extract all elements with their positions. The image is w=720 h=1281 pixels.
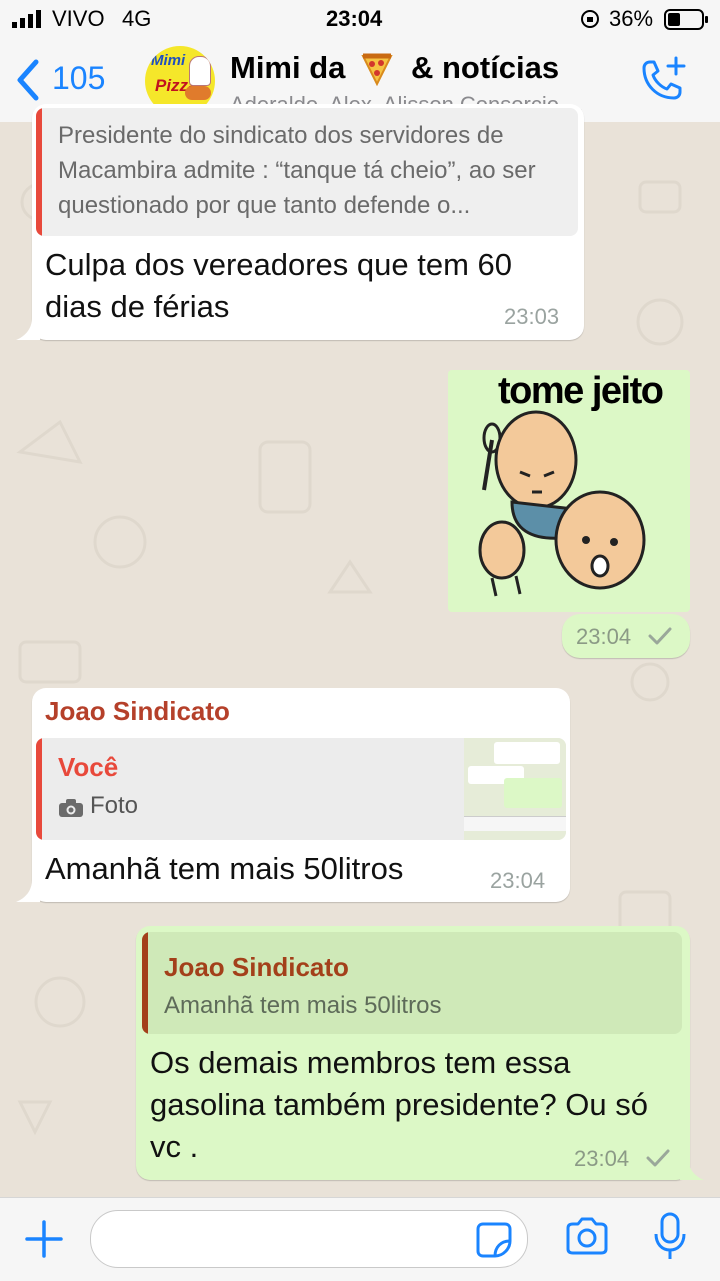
check-icon	[648, 627, 672, 645]
message-time: 23:04	[490, 868, 546, 893]
bubble-tail	[16, 318, 40, 340]
bubble-tail	[16, 880, 40, 902]
quoted-message[interactable]: Presidente do sindicato dos servidores d…	[36, 108, 578, 236]
orientation-lock-icon	[581, 10, 599, 28]
chef-figure	[189, 56, 211, 86]
quote-bar	[36, 738, 42, 840]
plus-icon[interactable]	[24, 1219, 64, 1259]
quoted-message[interactable]: Você Foto	[36, 738, 566, 840]
message-text: Culpa dos vereadores que tem 60 dias de …	[45, 247, 513, 324]
battery-icon	[664, 9, 708, 30]
message-text: Amanhã tem mais 50litros	[45, 851, 404, 886]
back-button[interactable]: 105	[10, 52, 120, 108]
message-bubble-incoming[interactable]: Joao Sindicato Você Foto Amanhã tem mais…	[32, 688, 570, 902]
sender-name: Joao Sindicato	[45, 696, 230, 726]
quote-bar	[142, 932, 148, 1034]
message-bubble-outgoing[interactable]: Joao Sindicato Amanhã tem mais 50litros …	[136, 926, 690, 1180]
chevron-left-icon	[17, 59, 39, 101]
camera-icon[interactable]	[564, 1216, 610, 1256]
back-count: 105	[52, 60, 106, 96]
quote-label: Foto	[90, 792, 139, 819]
clock: 23:04	[326, 6, 383, 31]
quote-author: Joao Sindicato	[164, 952, 349, 982]
network-label: 4G	[122, 6, 152, 31]
pizza-shape	[185, 86, 211, 100]
quoted-text: Presidente do sindicato dos servidores d…	[58, 122, 536, 219]
pizza-icon	[361, 53, 393, 86]
quote-author: Você	[58, 752, 119, 782]
message-bubble-incoming[interactable]: Presidente do sindicato dos servidores d…	[32, 104, 584, 340]
signal-icon	[12, 10, 41, 28]
photo-thumbnail[interactable]	[464, 738, 566, 840]
message-time: 23:04	[574, 1146, 630, 1171]
sticker-message[interactable]: tome jeito	[448, 370, 690, 612]
sticker-icon[interactable]	[475, 1221, 513, 1259]
add-call-icon[interactable]	[636, 54, 688, 106]
microphone-icon[interactable]	[652, 1212, 688, 1262]
message-time: 23:03	[504, 304, 560, 329]
quoted-message[interactable]: Joao Sindicato Amanhã tem mais 50litros	[142, 932, 682, 1034]
camera-icon	[59, 799, 83, 817]
check-icon	[646, 1149, 670, 1167]
sticker-illustration	[478, 410, 646, 597]
bubble-tail	[680, 1158, 704, 1180]
battery-percent: 36%	[609, 6, 654, 31]
message-composer	[0, 1197, 720, 1281]
carrier-label: VIVO	[52, 6, 105, 31]
avatar-text-mimi: Mimi	[151, 52, 186, 69]
message-time: 23:04	[576, 624, 632, 649]
quoted-text: Amanhã tem mais 50litros	[164, 992, 442, 1019]
group-title-part2: & notícias	[411, 50, 560, 85]
thumbnail-bubble	[494, 742, 560, 764]
group-title-part1: Mimi da	[230, 50, 346, 85]
thumbnail-bar	[464, 816, 566, 831]
sticker-time-pill: 23:04	[562, 614, 690, 658]
status-bar: VIVO 4G 23:04 36%	[0, 0, 720, 38]
message-input[interactable]	[90, 1210, 528, 1268]
thumbnail-bubble	[504, 778, 562, 808]
quote-bar	[36, 108, 42, 236]
